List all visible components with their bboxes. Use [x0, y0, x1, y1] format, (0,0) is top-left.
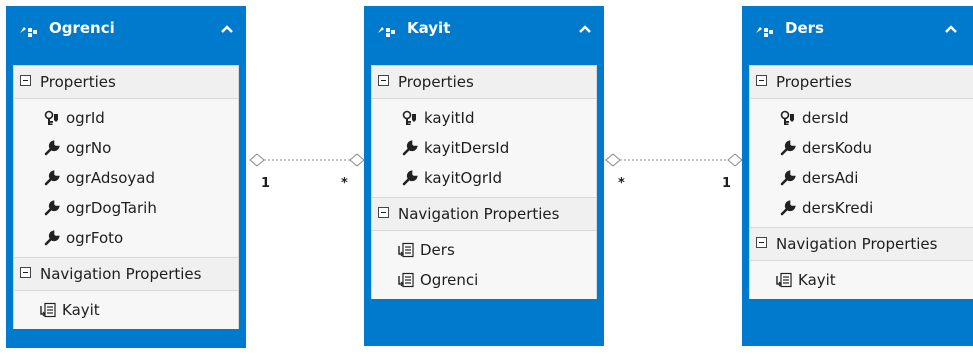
property-name: ogrFoto [66, 229, 124, 247]
collapse-minus-icon[interactable] [20, 267, 31, 278]
wrench-icon [44, 170, 60, 186]
property-row[interactable]: kayitDersId [372, 133, 596, 163]
navigation-property-icon [40, 302, 56, 318]
entity-type-icon [378, 27, 395, 37]
collapse-minus-icon[interactable] [378, 75, 389, 86]
properties-section: Properties ogrId ogrNo ogrAdsoyad ogrDog… [13, 65, 239, 329]
entity-title: Kayit [407, 19, 451, 37]
property-name: ogrId [66, 109, 105, 127]
property-row[interactable]: dersKredi [750, 193, 973, 223]
property-row[interactable]: ogrFoto [14, 223, 238, 253]
entity-kayit[interactable]: Kayit Properties kayitId kayitDersId kay… [364, 6, 604, 346]
property-row[interactable]: kayitOgrId [372, 163, 596, 193]
collapse-minus-icon[interactable] [756, 75, 767, 86]
properties-header[interactable]: Properties [750, 65, 973, 99]
entity-title: Ders [785, 19, 824, 37]
entity-title: Ogrenci [49, 19, 115, 37]
property-name: dersKredi [802, 199, 874, 217]
section-title: Navigation Properties [40, 265, 202, 283]
navigation-properties-header[interactable]: Navigation Properties [372, 197, 596, 231]
properties-section: Properties kayitId kayitDersId kayitOgrI… [371, 65, 597, 299]
property-row[interactable]: dersId [750, 103, 973, 133]
property-name: dersKodu [802, 139, 873, 157]
collapse-minus-icon[interactable] [378, 207, 389, 218]
property-name: kayitOgrId [424, 169, 502, 187]
entity-type-icon [756, 27, 773, 37]
property-row[interactable]: kayitId [372, 103, 596, 133]
multiplicity-kayit-left: * [341, 176, 348, 191]
navigation-property-row[interactable]: Kayit [750, 265, 973, 295]
association-diamond-ders [727, 153, 743, 167]
association-diamond-ogrenci [249, 153, 265, 167]
properties-header[interactable]: Properties [14, 65, 238, 99]
navigation-property-icon [776, 272, 792, 288]
chevron-up-icon[interactable] [943, 21, 959, 37]
property-name: ogrAdsoyad [66, 169, 155, 187]
section-title: Properties [776, 73, 852, 91]
navigation-property-row[interactable]: Kayit [14, 295, 238, 325]
navigation-properties-header[interactable]: Navigation Properties [750, 227, 973, 261]
multiplicity-ders: 1 [722, 176, 732, 191]
multiplicity-kayit-right: * [618, 176, 625, 191]
navigation-property-name: Kayit [62, 301, 100, 319]
key-icon [44, 110, 58, 125]
multiplicity-ogrenci: 1 [261, 176, 271, 191]
navigation-property-name: Ders [420, 241, 455, 259]
property-name: dersId [802, 109, 849, 127]
navigation-property-row[interactable]: Ders [372, 235, 596, 265]
association-diamond-kayit-right [605, 153, 621, 167]
wrench-icon [402, 140, 418, 156]
key-icon [780, 110, 794, 125]
navigation-property-name: Kayit [798, 271, 836, 289]
chevron-up-icon[interactable] [577, 21, 593, 37]
wrench-icon [44, 140, 60, 156]
property-row[interactable]: ogrDogTarih [14, 193, 238, 223]
association-diamond-kayit-left [349, 153, 365, 167]
property-name: dersAdi [802, 169, 859, 187]
section-title: Properties [398, 73, 474, 91]
wrench-icon [44, 230, 60, 246]
key-icon [402, 110, 416, 125]
collapse-minus-icon[interactable] [756, 237, 767, 248]
wrench-icon [44, 200, 60, 216]
entity-ders[interactable]: Ders Properties dersId dersKodu dersAdi … [742, 6, 973, 346]
wrench-icon [402, 170, 418, 186]
property-name: kayitDersId [424, 139, 510, 157]
section-title: Navigation Properties [398, 205, 560, 223]
properties-header[interactable]: Properties [372, 65, 596, 99]
property-row[interactable]: ogrAdsoyad [14, 163, 238, 193]
entity-type-icon [20, 27, 37, 37]
properties-section: Properties dersId dersKodu dersAdi dersK… [749, 65, 973, 299]
property-name: ogrNo [66, 139, 112, 157]
navigation-property-icon [398, 242, 414, 258]
wrench-icon [780, 140, 796, 156]
entity-ogrenci[interactable]: Ogrenci Properties ogrId ogrNo ogrAdsoya… [6, 6, 246, 348]
wrench-icon [780, 200, 796, 216]
property-row[interactable]: dersKodu [750, 133, 973, 163]
property-name: ogrDogTarih [66, 199, 157, 217]
property-row[interactable]: ogrId [14, 103, 238, 133]
property-row[interactable]: ogrNo [14, 133, 238, 163]
property-row[interactable]: dersAdi [750, 163, 973, 193]
navigation-property-row[interactable]: Ogrenci [372, 265, 596, 295]
navigation-property-icon [398, 272, 414, 288]
navigation-property-name: Ogrenci [420, 271, 479, 289]
navigation-properties-header[interactable]: Navigation Properties [14, 257, 238, 291]
wrench-icon [780, 170, 796, 186]
entity-header[interactable]: Ders [743, 7, 973, 65]
collapse-minus-icon[interactable] [20, 75, 31, 86]
property-name: kayitId [424, 109, 475, 127]
section-title: Properties [40, 73, 116, 91]
entity-header[interactable]: Kayit [365, 7, 603, 65]
chevron-up-icon[interactable] [219, 21, 235, 37]
entity-header[interactable]: Ogrenci [7, 7, 245, 65]
section-title: Navigation Properties [776, 235, 938, 253]
